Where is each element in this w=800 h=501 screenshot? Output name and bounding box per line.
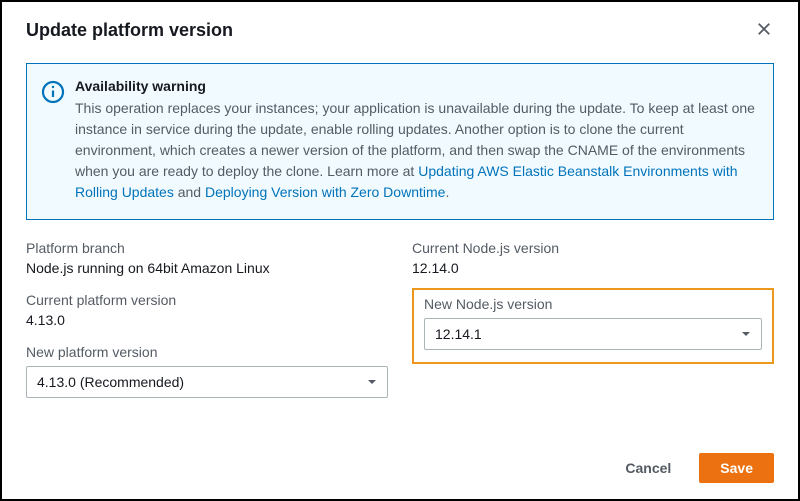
current-node-version-value: 12.14.0 <box>412 260 459 276</box>
new-platform-version-select[interactable]: 4.13.0 (Recommended) <box>26 366 388 398</box>
modal-title: Update platform version <box>26 20 233 41</box>
modal-footer: Cancel Save <box>605 453 774 483</box>
alert-title: Availability warning <box>75 78 757 94</box>
save-button[interactable]: Save <box>699 453 774 483</box>
form-grid: Platform branch Node.js running on 64bit… <box>26 240 774 414</box>
platform-branch-group: Platform branch Node.js running on 64bit… <box>26 240 388 276</box>
current-node-version-group: Current Node.js version 12.14.0 <box>412 240 774 276</box>
new-node-version-select[interactable]: 12.14.1 <box>424 318 762 350</box>
alert-text: This operation replaces your instances; … <box>75 98 757 203</box>
close-button[interactable] <box>754 21 774 41</box>
platform-branch-value: Node.js running on 64bit Amazon Linux <box>26 260 270 276</box>
new-node-version-label: New Node.js version <box>424 296 762 312</box>
left-column: Platform branch Node.js running on 64bit… <box>26 240 388 414</box>
alert-content: Availability warning This operation repl… <box>75 78 757 203</box>
new-node-version-highlight: New Node.js version 12.14.1 <box>412 288 774 364</box>
new-platform-version-selected: 4.13.0 (Recommended) <box>26 366 388 398</box>
modal-body: Availability warning This operation repl… <box>2 55 798 414</box>
info-icon <box>41 80 65 104</box>
modal-header: Update platform version <box>2 2 798 55</box>
platform-branch-label: Platform branch <box>26 240 388 256</box>
zero-downtime-link[interactable]: Deploying Version with Zero Downtime <box>205 184 445 200</box>
alert-text-suffix: . <box>445 184 449 200</box>
current-platform-version-value: 4.13.0 <box>26 312 65 328</box>
alert-text-and: and <box>174 184 205 200</box>
close-icon <box>757 22 771 39</box>
new-platform-version-label: New platform version <box>26 344 388 360</box>
current-platform-version-label: Current platform version <box>26 292 388 308</box>
cancel-button[interactable]: Cancel <box>605 454 691 482</box>
current-platform-version-group: Current platform version 4.13.0 <box>26 292 388 328</box>
availability-warning-alert: Availability warning This operation repl… <box>26 63 774 220</box>
new-node-version-selected: 12.14.1 <box>424 318 762 350</box>
right-column: Current Node.js version 12.14.0 New Node… <box>412 240 774 414</box>
current-node-version-label: Current Node.js version <box>412 240 774 256</box>
new-platform-version-group: New platform version 4.13.0 (Recommended… <box>26 344 388 398</box>
